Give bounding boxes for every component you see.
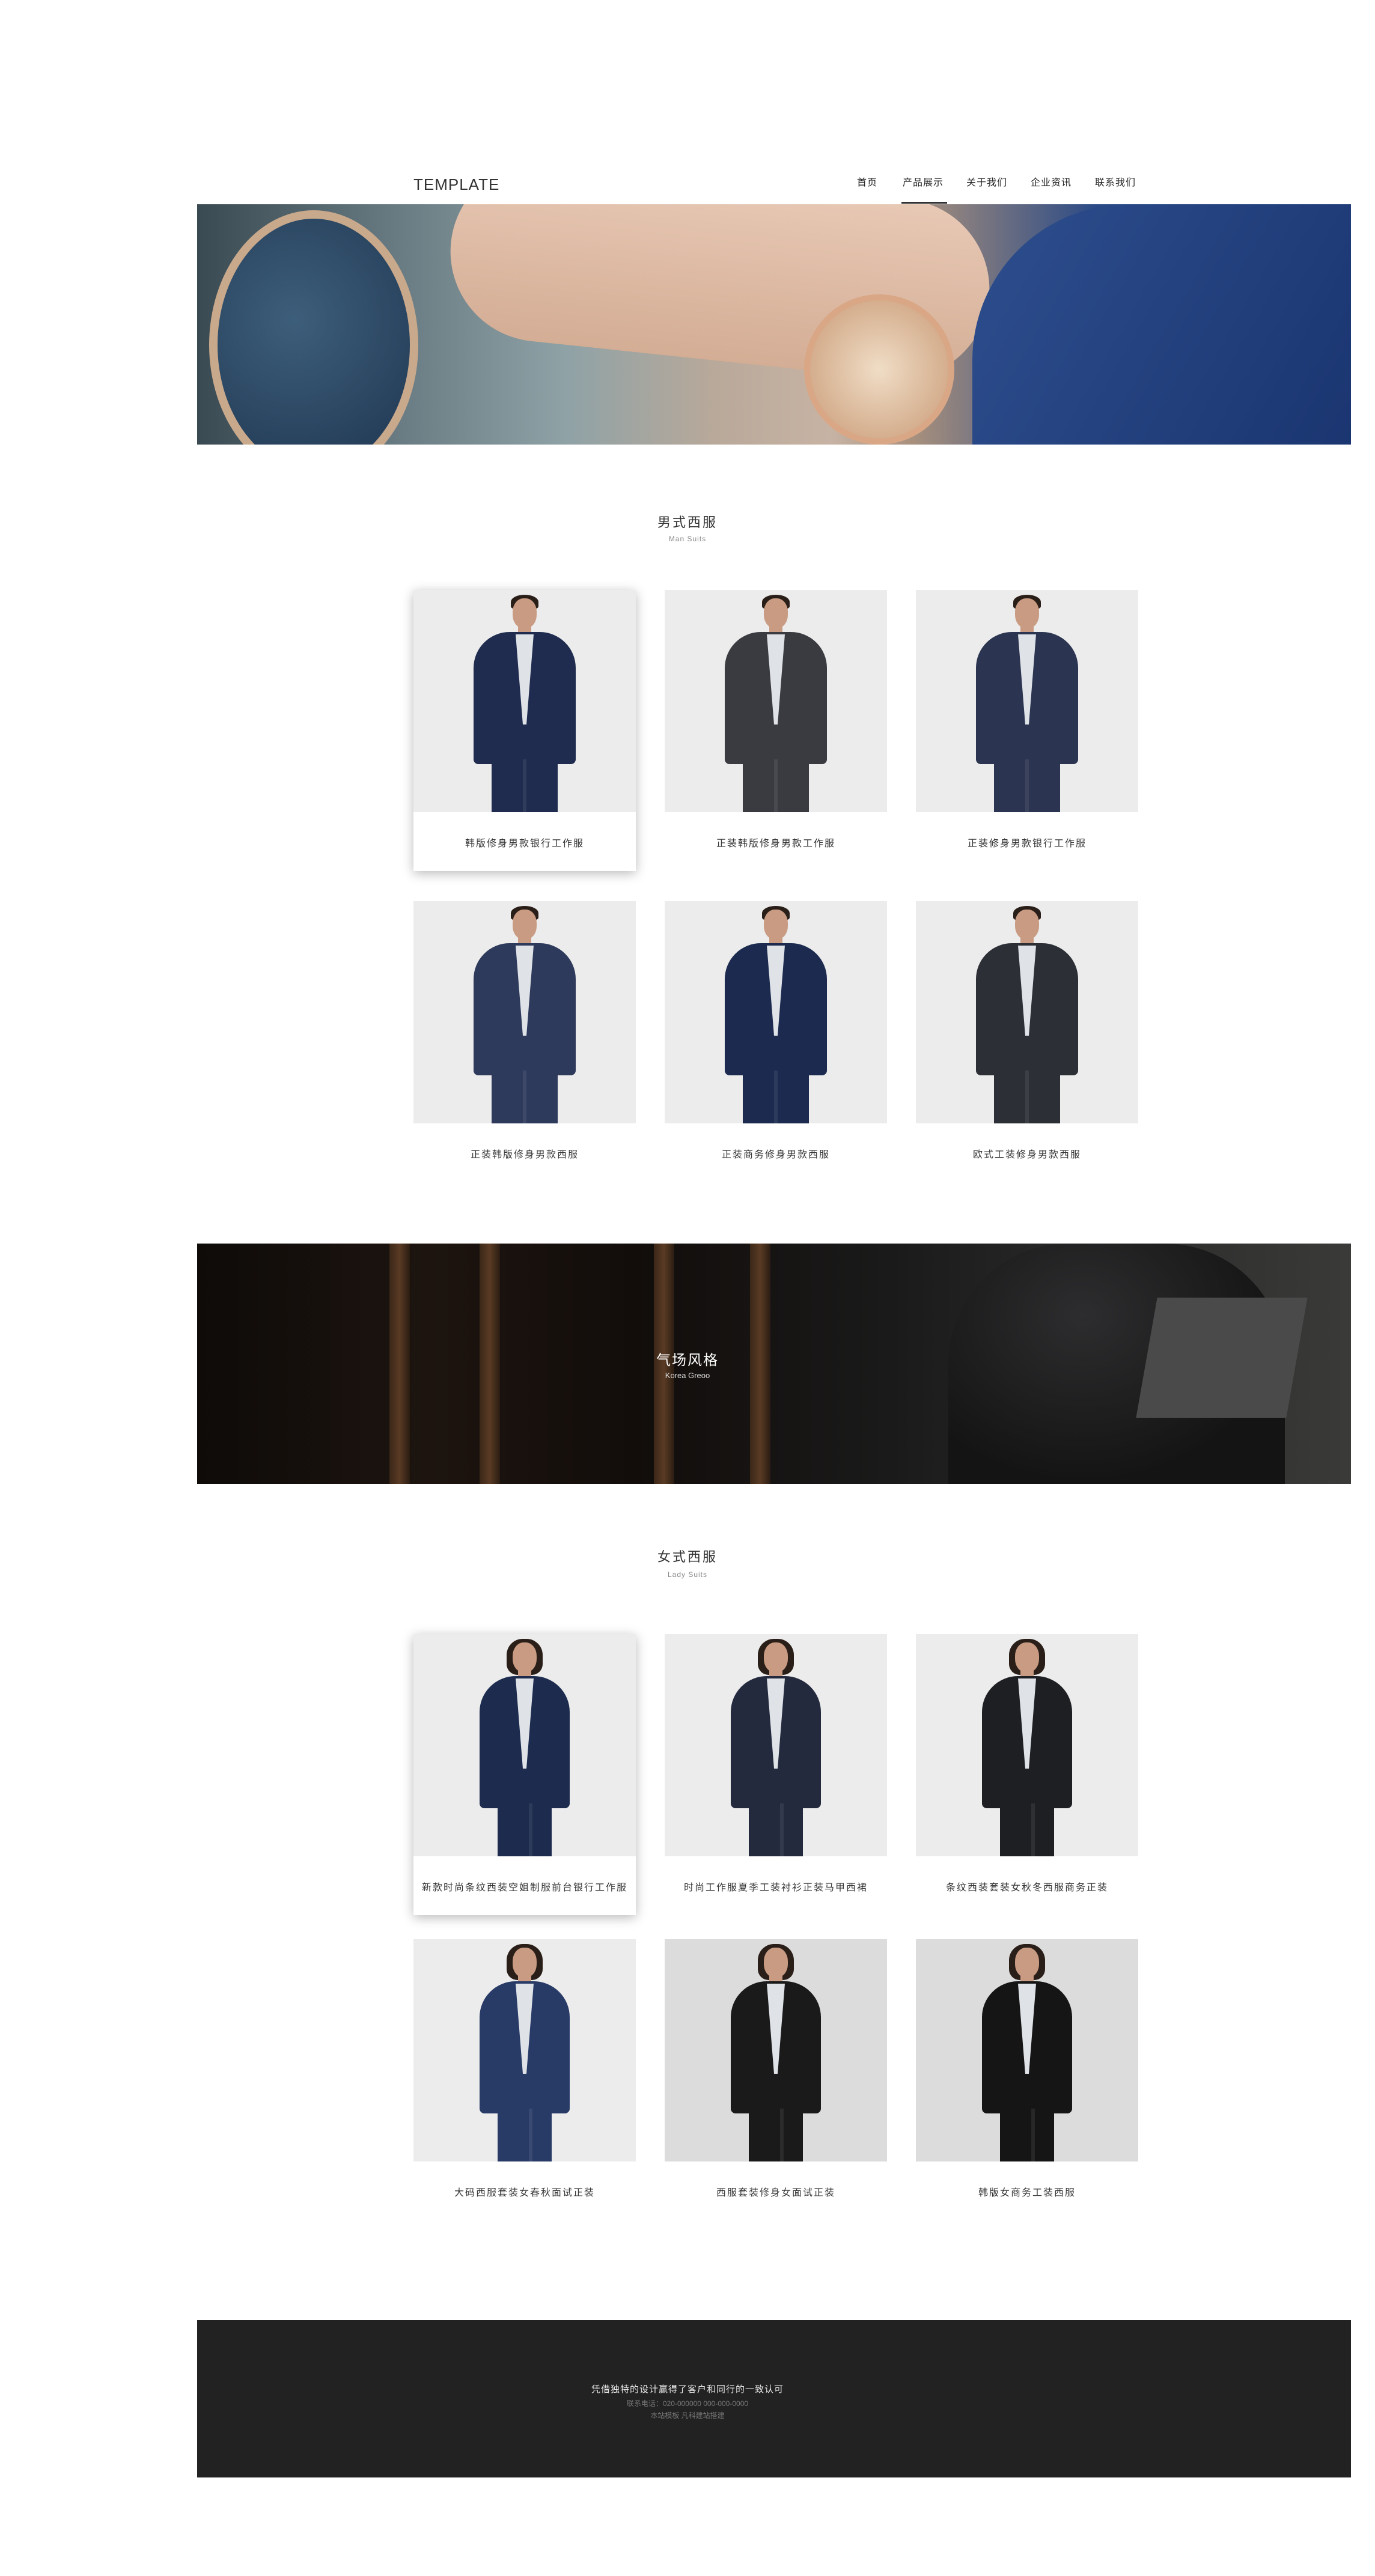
product-photo[interactable]	[413, 901, 636, 1123]
product-photo[interactable]	[665, 590, 887, 812]
suit-trousers	[492, 1071, 558, 1123]
nav-item-contact[interactable]: 联系我们	[1095, 174, 1136, 189]
product-title[interactable]: 西服套装修身女面试正装	[665, 2161, 887, 2220]
nav-active-indicator	[901, 202, 947, 204]
product-card[interactable]: 条纹西装套装女秋冬西服商务正装	[916, 1634, 1138, 1915]
suit-trousers	[1000, 1803, 1054, 1856]
model-head	[764, 910, 788, 940]
nav-item-home[interactable]: 首页	[857, 174, 877, 189]
product-photo[interactable]	[665, 1634, 887, 1856]
watch-graphic	[804, 294, 954, 445]
hero-banner-image	[197, 204, 1351, 445]
product-title[interactable]: 条纹西装套装女秋冬西服商务正装	[916, 1856, 1138, 1915]
suit-trousers	[994, 759, 1060, 812]
product-card[interactable]: 时尚工作服夏季工装衬衫正装马甲西裙	[665, 1634, 887, 1915]
product-card[interactable]: 欧式工装修身男款西服	[916, 901, 1138, 1182]
suit-trousers	[498, 2109, 552, 2161]
site-logo[interactable]: TEMPLATE	[413, 175, 499, 194]
model-head	[1015, 1642, 1039, 1672]
product-card[interactable]: 正装韩版修身男款西服	[413, 901, 636, 1182]
model-figure	[465, 1944, 585, 2161]
nav-item-products[interactable]: 产品展示	[903, 174, 944, 189]
suit-trousers	[994, 1071, 1060, 1123]
product-card[interactable]: 新款时尚条纹西装空姐制服前台银行工作服	[413, 1634, 636, 1915]
product-photo[interactable]	[413, 590, 636, 812]
model-figure	[465, 595, 585, 812]
product-card[interactable]: 正装修身男款银行工作服	[916, 590, 1138, 871]
suit-trousers	[498, 1803, 552, 1856]
product-title[interactable]: 时尚工作服夏季工装衬衫正装马甲西裙	[665, 1856, 887, 1915]
suit-trousers	[492, 759, 558, 812]
men-section-subtitle: Man Suits	[668, 535, 707, 543]
model-figure	[465, 906, 585, 1123]
product-title[interactable]: 正装修身男款银行工作服	[916, 812, 1138, 871]
product-photo[interactable]	[665, 901, 887, 1123]
model-head	[513, 1948, 537, 1978]
model-figure	[465, 1639, 585, 1856]
model-head	[764, 598, 788, 628]
product-card[interactable]: 正装商务修身男款西服	[665, 901, 887, 1182]
banner-title: 气场风格	[656, 1352, 719, 1368]
model-head	[1015, 910, 1039, 940]
product-title[interactable]: 正装韩版修身男款西服	[413, 1123, 636, 1182]
product-title[interactable]: 正装商务修身男款西服	[665, 1123, 887, 1182]
product-title[interactable]: 韩版女商务工装西服	[916, 2161, 1138, 2220]
product-photo[interactable]	[916, 1939, 1138, 2161]
women-section-title: 女式西服	[657, 1549, 718, 1564]
model-figure	[716, 595, 836, 812]
product-title[interactable]: 韩版修身男款银行工作服	[413, 812, 636, 871]
model-head	[513, 1642, 537, 1672]
footer-slogan: 凭借独特的设计赢得了客户和同行的一致认可	[591, 2384, 784, 2395]
model-figure	[716, 1944, 836, 2161]
product-photo[interactable]	[916, 1634, 1138, 1856]
model-figure	[967, 595, 1087, 812]
suit-trousers	[743, 759, 809, 812]
product-photo[interactable]	[665, 1939, 887, 2161]
footer-contact: 联系电话：020-000000 000-000-0000	[626, 2399, 749, 2408]
product-card[interactable]: 大码西服套装女春秋面试正装	[413, 1939, 636, 2220]
model-figure	[967, 906, 1087, 1123]
model-head	[764, 1642, 788, 1672]
product-title[interactable]: 正装韩版修身男款工作服	[665, 812, 887, 871]
nav-item-news[interactable]: 企业资讯	[1031, 174, 1072, 189]
model-head	[764, 1948, 788, 1978]
women-section-subtitle: Lady Suits	[667, 1570, 708, 1579]
sleeve-graphic	[972, 204, 1351, 445]
product-photo[interactable]	[413, 1634, 636, 1856]
suit-trousers	[749, 2109, 803, 2161]
footer-credits: 本站模板 凡科建站搭建	[650, 2411, 725, 2420]
product-title[interactable]: 新款时尚条纹西装空姐制服前台银行工作服	[413, 1856, 636, 1915]
model-figure	[967, 1639, 1087, 1856]
product-card[interactable]: 西服套装修身女面试正装	[665, 1939, 887, 2220]
suit-trousers	[749, 1803, 803, 1856]
product-photo[interactable]	[916, 590, 1138, 812]
product-photo[interactable]	[916, 901, 1138, 1123]
product-title[interactable]: 欧式工装修身男款西服	[916, 1123, 1138, 1182]
sunglasses-graphic	[209, 210, 418, 445]
product-card[interactable]: 正装韩版修身男款工作服	[665, 590, 887, 871]
model-head	[1015, 1948, 1039, 1978]
product-card[interactable]: 韩版女商务工装西服	[916, 1939, 1138, 2220]
nav-item-about[interactable]: 关于我们	[966, 174, 1007, 189]
model-figure	[967, 1944, 1087, 2161]
banner-subtitle: Korea Greoo	[665, 1371, 710, 1380]
suit-trousers	[1000, 2109, 1054, 2161]
suit-trousers	[743, 1071, 809, 1123]
model-head	[1015, 598, 1039, 628]
model-figure	[716, 906, 836, 1123]
men-section-title: 男式西服	[657, 515, 718, 530]
model-head	[513, 910, 537, 940]
product-title[interactable]: 大码西服套装女春秋面试正装	[413, 2161, 636, 2220]
model-figure	[716, 1639, 836, 1856]
model-head	[513, 598, 537, 628]
product-card[interactable]: 韩版修身男款银行工作服	[413, 590, 636, 871]
product-photo[interactable]	[413, 1939, 636, 2161]
